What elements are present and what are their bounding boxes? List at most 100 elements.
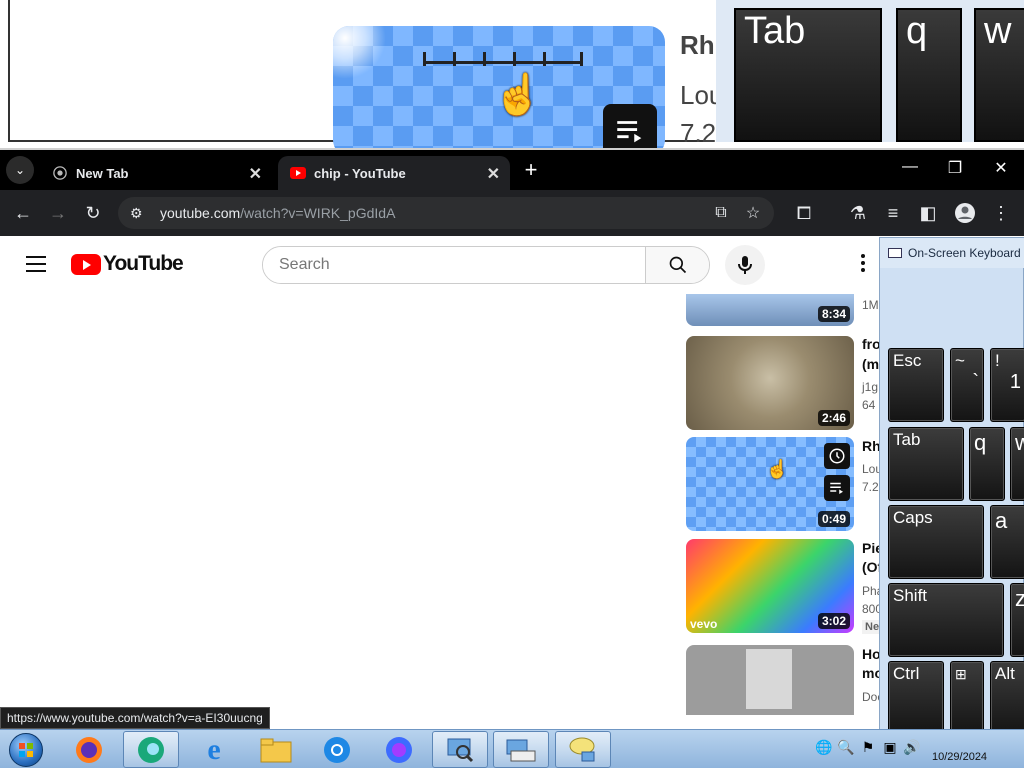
search-input[interactable]: [263, 247, 645, 283]
forward-icon[interactable]: →: [45, 200, 71, 226]
related-meta: 1M: [862, 298, 879, 312]
key-tab[interactable]: Tab: [888, 427, 964, 501]
browser-toolbar: ← → ↻ ⚙ youtube.com/watch?v=WIRK_pGdIdA …: [0, 190, 1024, 236]
key-tilde[interactable]: ~ `: [950, 348, 984, 422]
taskbar-speech[interactable]: [555, 731, 611, 768]
taskbar: e 🌐 🔍 ⚑ ▣ 🔊 10/29/2024: [0, 729, 1024, 768]
key-q[interactable]: q: [969, 427, 1005, 501]
key-ctrl[interactable]: Ctrl: [888, 661, 944, 735]
related-thumbnail[interactable]: vevo 3:02: [686, 539, 854, 633]
restore-icon[interactable]: ❐: [940, 158, 970, 178]
key-a[interactable]: a: [990, 505, 1024, 579]
media-controls-icon[interactable]: ≡: [880, 200, 906, 226]
minimize-icon[interactable]: —: [895, 158, 925, 176]
hand-cursor-icon: ☝: [766, 459, 789, 479]
flag-icon[interactable]: ⚑: [859, 738, 877, 756]
install-app-icon[interactable]: ⧉: [710, 202, 732, 224]
tab-title: New Tab: [76, 165, 129, 181]
key-shift[interactable]: Shift: [888, 583, 1004, 657]
new-tab-button[interactable]: +: [518, 157, 544, 183]
related-title-line2[interactable]: (m: [862, 356, 879, 372]
youtube-logo[interactable]: YouTube: [71, 252, 184, 276]
osk-title-bar[interactable]: On-Screen Keyboard: [880, 238, 1024, 268]
microphone-icon: [738, 256, 752, 274]
key-caps[interactable]: Caps: [888, 505, 984, 579]
browser-menu-icon[interactable]: ⋮: [988, 200, 1014, 226]
youtube-page: YouTube 8:34 1M 2:46 fro (m j1g: [0, 236, 1024, 715]
tab-title: chip - YouTube: [314, 165, 406, 181]
menu-icon[interactable]: [26, 256, 46, 277]
taskbar-magnifier[interactable]: [432, 731, 488, 768]
start-button[interactable]: [4, 731, 48, 768]
related-thumbnail[interactable]: 8:34: [686, 294, 854, 326]
add-to-queue-icon[interactable]: [824, 475, 850, 501]
key-alt[interactable]: Alt: [990, 661, 1024, 735]
key-windows[interactable]: ⊞: [950, 661, 984, 735]
chrome-icon: [52, 165, 68, 181]
windows-logo-icon: ⊞: [955, 666, 967, 682]
taskbar-chrome[interactable]: [309, 731, 365, 768]
network-globe-icon[interactable]: 🌐: [815, 738, 833, 756]
watch-later-icon[interactable]: [824, 443, 850, 469]
edge-icon: [138, 736, 164, 763]
tab-strip: ⌄ New Tab ✕ chip - YouTube ✕ + — ❐ ✕: [0, 150, 1024, 190]
voice-search-button[interactable]: [725, 245, 765, 285]
key-esc[interactable]: Esc: [888, 348, 944, 422]
youtube-logo-text: YouTube: [103, 252, 184, 275]
taskbar-date[interactable]: 10/29/2024: [932, 751, 987, 763]
site-info-icon[interactable]: ⚙: [130, 205, 152, 222]
profile-avatar-icon[interactable]: [952, 200, 978, 226]
related-title[interactable]: Rh: [862, 438, 881, 454]
related-thumbnail[interactable]: [686, 645, 854, 715]
taskbar-firefox[interactable]: [61, 731, 117, 768]
magnified-text-3: 7.2: [680, 118, 717, 148]
tab-youtube[interactable]: chip - YouTube ✕: [278, 156, 510, 190]
key-1[interactable]: ! 1: [990, 348, 1024, 422]
address-bar[interactable]: ⚙ youtube.com/watch?v=WIRK_pGdIdA ⧉ ☆: [118, 197, 774, 229]
display-icon[interactable]: ▣: [881, 738, 899, 756]
back-icon[interactable]: ←: [10, 200, 36, 226]
tab-new-tab[interactable]: New Tab ✕: [40, 156, 272, 190]
taskbar-firefox-alt[interactable]: [371, 731, 427, 768]
side-panel-icon[interactable]: ◧: [915, 200, 941, 226]
taskbar-internet-explorer[interactable]: e: [186, 731, 242, 768]
volume-icon[interactable]: 🔊: [903, 738, 921, 756]
taskbar-on-screen-keyboard[interactable]: [493, 731, 549, 768]
related-thumbnail[interactable]: ☝ 0:49: [686, 437, 854, 531]
related-meta: 64: [862, 398, 876, 412]
reload-icon[interactable]: ↻: [80, 200, 106, 226]
thumbnail-graphic: [746, 649, 792, 709]
url-text: youtube.com/watch?v=WIRK_pGdIdA: [160, 205, 396, 221]
close-tab-icon[interactable]: ✕: [249, 164, 262, 184]
internet-explorer-icon: e: [207, 732, 221, 766]
related-title[interactable]: fro: [862, 336, 881, 352]
close-tab-icon[interactable]: ✕: [487, 164, 500, 184]
magnified-keyboard: Tab q w: [716, 0, 1024, 142]
spotlight-graphic: [333, 26, 393, 86]
related-title[interactable]: Ho: [862, 646, 881, 662]
key-w[interactable]: w: [1010, 427, 1024, 501]
bookmark-star-icon[interactable]: ☆: [742, 202, 764, 224]
related-meta: 7.2: [862, 480, 879, 494]
tab-search-button[interactable]: ⌄: [6, 156, 34, 184]
on-screen-keyboard: On-Screen Keyboard Esc ~` !1 Tab q w Cap…: [879, 237, 1024, 735]
extensions-icon[interactable]: ⧠: [791, 200, 817, 226]
browser-window: ⌄ New Tab ✕ chip - YouTube ✕ + — ❐ ✕ ← →…: [0, 150, 1024, 715]
screen: ☝ Rh Lou 7.2 Tab q w ⌄ New Tab ✕ chip - …: [0, 0, 1024, 768]
keyboard-icon: [888, 248, 902, 258]
labs-flask-icon[interactable]: ⚗: [845, 200, 871, 226]
related-channel[interactable]: j1g: [862, 380, 878, 394]
close-window-icon[interactable]: ✕: [986, 158, 1016, 178]
key-z[interactable]: z: [1010, 583, 1024, 657]
search-tray-icon[interactable]: 🔍: [837, 738, 855, 756]
magnified-key-tab: Tab: [734, 8, 882, 142]
taskbar-edge[interactable]: [123, 731, 179, 768]
system-tray: 🌐 🔍 ⚑ ▣ 🔊: [815, 738, 921, 756]
taskbar-file-explorer[interactable]: [248, 731, 304, 768]
related-thumbnail[interactable]: 2:46: [686, 336, 854, 430]
magnified-key-w: w: [974, 8, 1024, 142]
search-button[interactable]: [645, 247, 709, 283]
more-options-icon[interactable]: [856, 254, 870, 276]
video-duration: 2:46: [817, 410, 850, 426]
chrome-icon: [324, 736, 350, 763]
